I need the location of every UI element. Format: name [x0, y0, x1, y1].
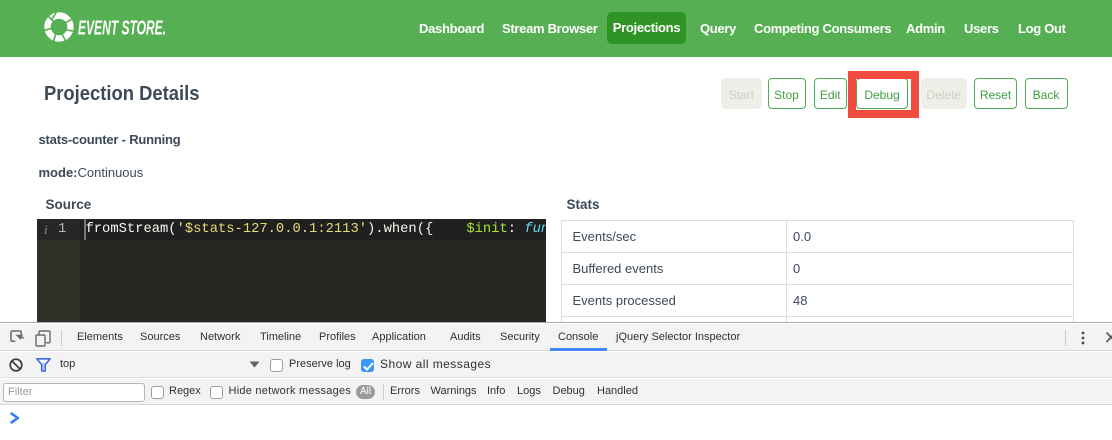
svg-text:EVENT STORE.: EVENT STORE. [78, 18, 166, 40]
